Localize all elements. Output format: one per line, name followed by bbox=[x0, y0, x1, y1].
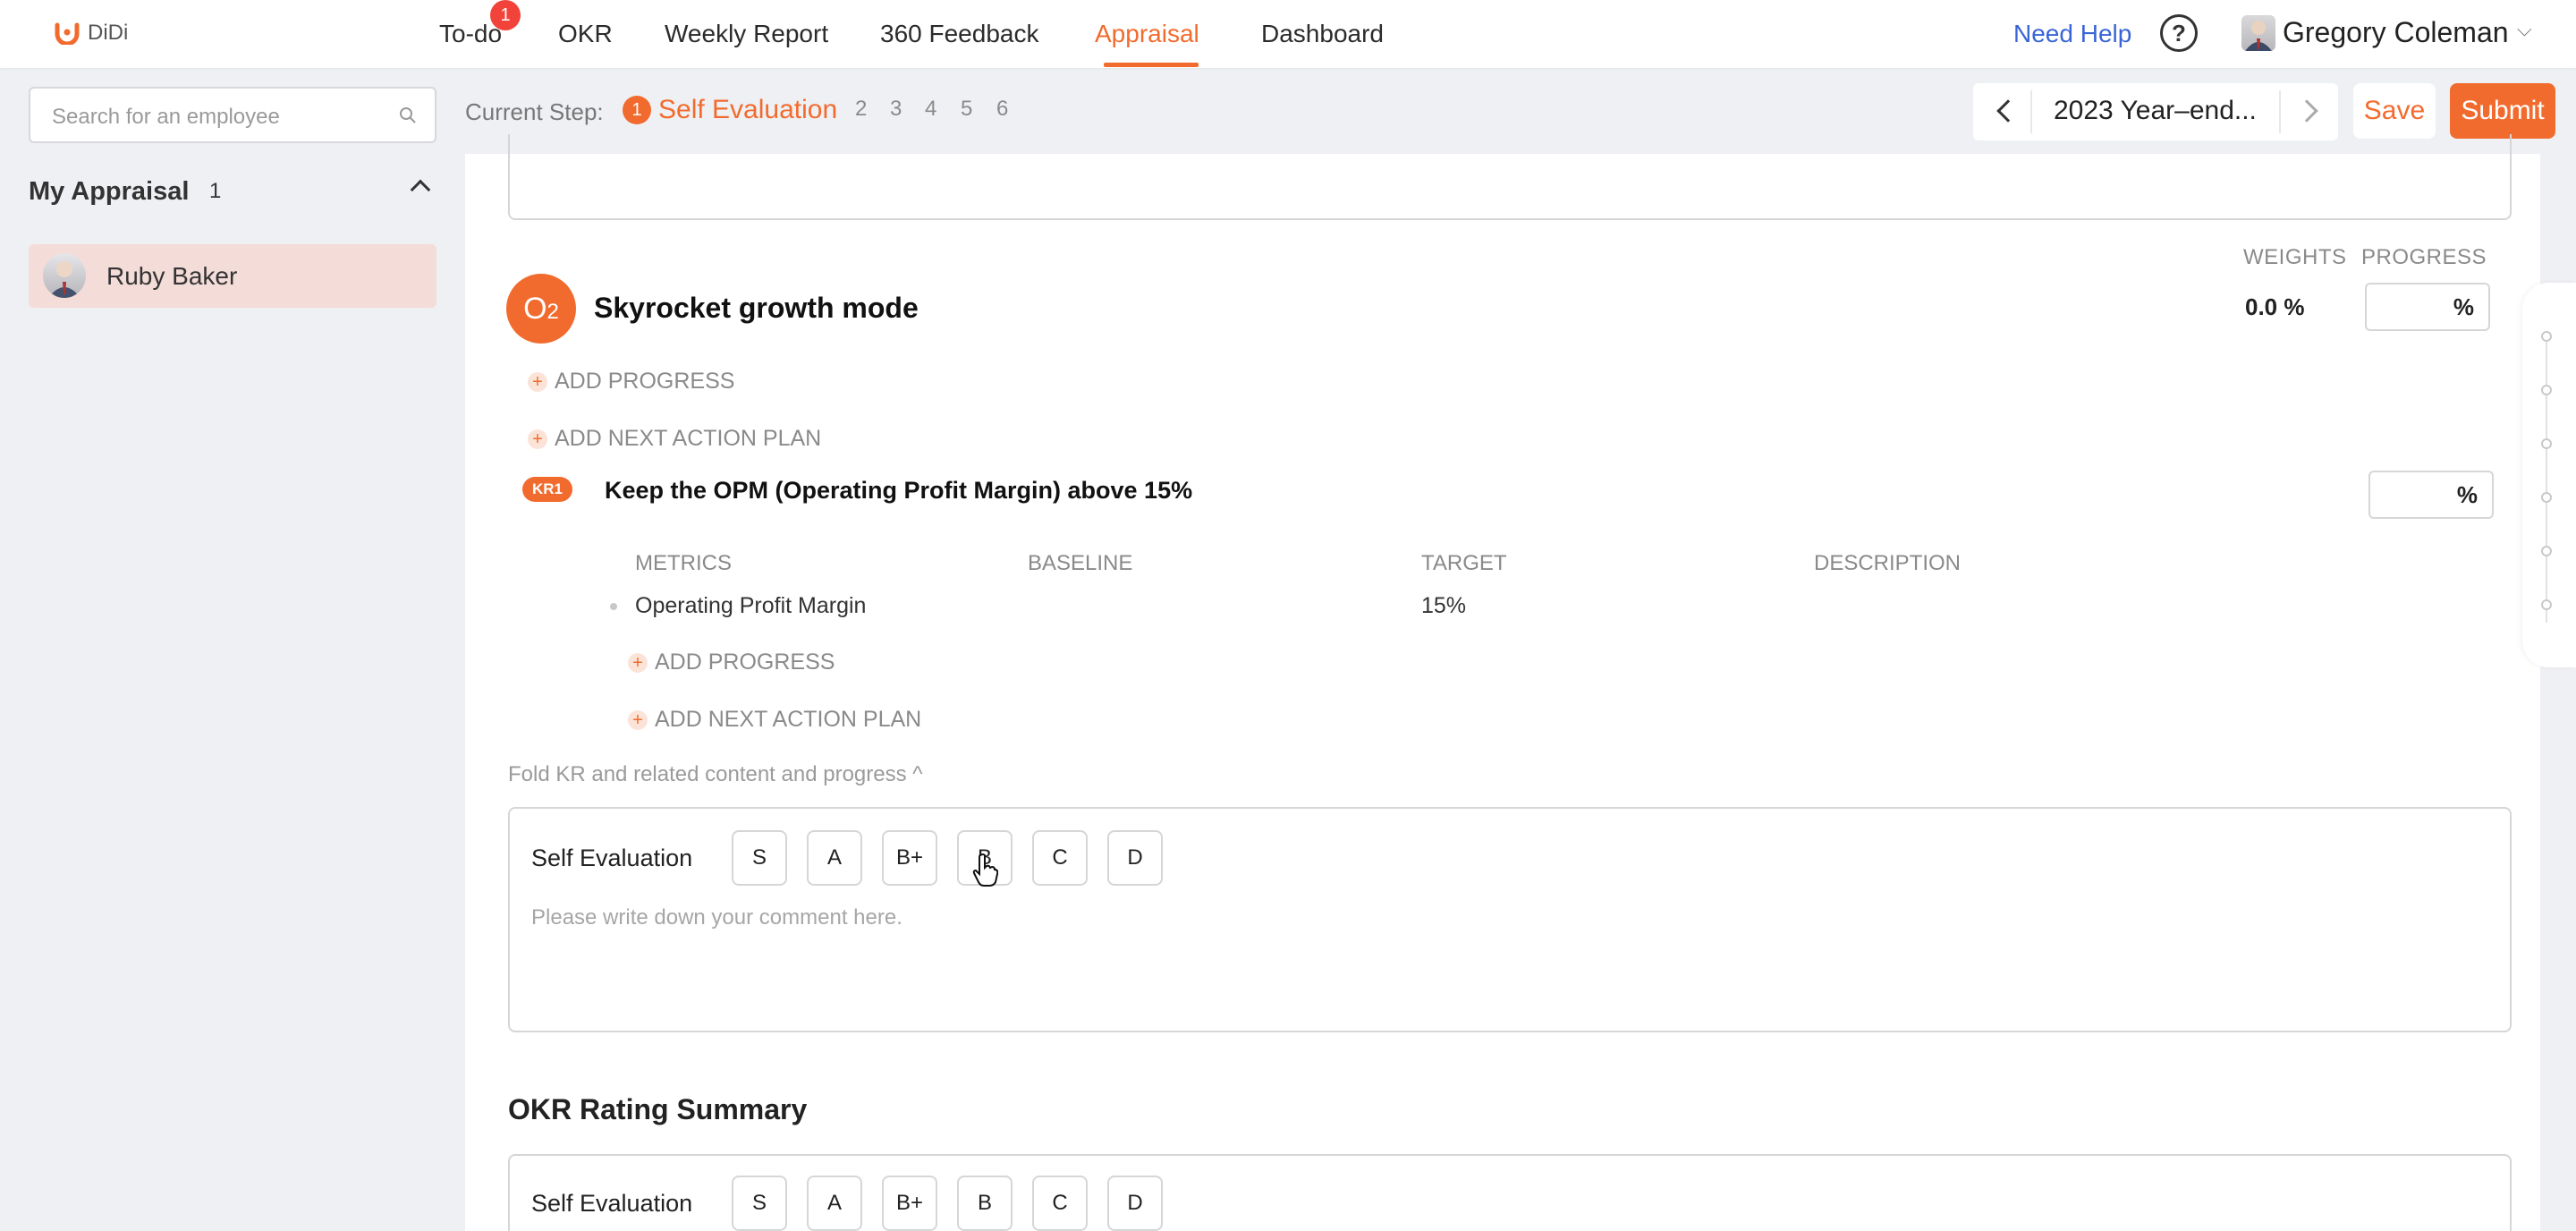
fold-kr-toggle[interactable]: Fold KR and related content and progress… bbox=[508, 762, 923, 787]
logo-text: DiDi bbox=[88, 21, 129, 45]
next-period-arrow-icon[interactable] bbox=[2295, 99, 2318, 123]
save-button[interactable]: Save bbox=[2353, 83, 2436, 139]
help-question-icon[interactable]: ? bbox=[2160, 14, 2198, 52]
my-appraisal-title[interactable]: My Appraisal bbox=[29, 177, 189, 207]
add-next-label: ADD NEXT ACTION PLAN bbox=[555, 426, 822, 451]
bullet-dot bbox=[610, 603, 617, 610]
step-3[interactable]: 3 bbox=[890, 97, 902, 122]
grade-s-button[interactable]: S bbox=[732, 830, 787, 886]
need-help-link[interactable]: Need Help bbox=[2013, 18, 2131, 50]
search-icon[interactable] bbox=[399, 106, 417, 124]
prev-period-arrow-icon[interactable] bbox=[1996, 99, 2020, 123]
plus-icon: + bbox=[628, 709, 648, 730]
nav-dashboard[interactable]: Dashboard bbox=[1261, 18, 1384, 50]
rail-dot[interactable] bbox=[2541, 438, 2552, 449]
objective-badge-number: 2 bbox=[547, 300, 559, 324]
summary-self-evaluation-label: Self Evaluation bbox=[531, 1190, 693, 1217]
kr-title: Keep the OPM (Operating Profit Margin) a… bbox=[605, 477, 1193, 504]
period-selector: 2023 Year–end... bbox=[1973, 83, 2338, 140]
hand-pointer-cursor-icon bbox=[972, 853, 998, 887]
objective-weight: 0.0 % bbox=[2245, 293, 2305, 320]
step-2[interactable]: 2 bbox=[855, 97, 867, 122]
nav-appraisal[interactable]: Appraisal bbox=[1095, 18, 1199, 50]
weights-header: WEIGHTS bbox=[2243, 245, 2347, 269]
grade-d-button[interactable]: D bbox=[1107, 830, 1163, 886]
metric-cell: Operating Profit Margin bbox=[635, 593, 867, 618]
todo-count-badge: 1 bbox=[490, 0, 521, 30]
summary-grade-b-button[interactable]: B bbox=[957, 1176, 1013, 1231]
summary-grade-c-button[interactable]: C bbox=[1032, 1176, 1088, 1231]
plus-icon: + bbox=[528, 371, 547, 392]
employee-item-ruby-baker[interactable]: Ruby Baker bbox=[29, 244, 436, 308]
rail-dot[interactable] bbox=[2541, 492, 2552, 503]
step-5[interactable]: 5 bbox=[961, 97, 972, 122]
objective-add-next-action[interactable]: + ADD NEXT ACTION PLAN bbox=[528, 426, 821, 452]
rail-line bbox=[2546, 336, 2547, 623]
summary-grade-s-button[interactable]: S bbox=[732, 1176, 787, 1231]
kr-progress-input[interactable]: % bbox=[2368, 471, 2494, 519]
plus-icon: + bbox=[528, 429, 547, 449]
nav-okr[interactable]: OKR bbox=[558, 18, 613, 50]
kr-add-progress[interactable]: + ADD PROGRESS bbox=[628, 649, 835, 675]
step-6[interactable]: 6 bbox=[996, 97, 1008, 122]
summary-grade-d-button[interactable]: D bbox=[1107, 1176, 1163, 1231]
add-next-label: ADD NEXT ACTION PLAN bbox=[655, 707, 922, 732]
description-header: DESCRIPTION bbox=[1814, 551, 1962, 575]
add-progress-label: ADD PROGRESS bbox=[555, 369, 735, 394]
nav-weekly-report[interactable]: Weekly Report bbox=[665, 18, 828, 50]
rail-dot[interactable] bbox=[2541, 331, 2552, 342]
okr-rating-summary-title: OKR Rating Summary bbox=[508, 1093, 808, 1125]
user-menu-chevron-icon[interactable]: ⌵ bbox=[2517, 18, 2532, 41]
grade-a-button[interactable]: A bbox=[807, 830, 862, 886]
step-1-name[interactable]: Self Evaluation bbox=[658, 95, 837, 125]
plus-icon: + bbox=[628, 652, 648, 673]
add-progress-label: ADD PROGRESS bbox=[655, 649, 835, 675]
user-name[interactable]: Gregory Coleman bbox=[2283, 14, 2509, 50]
self-evaluation-comment-input[interactable]: Please write down your comment here. bbox=[531, 905, 902, 930]
objective-add-progress[interactable]: + ADD PROGRESS bbox=[528, 369, 734, 395]
nav-360-feedback[interactable]: 360 Feedback bbox=[880, 18, 1038, 50]
grade-b-plus-button[interactable]: B+ bbox=[882, 830, 937, 886]
rail-dot[interactable] bbox=[2541, 385, 2552, 395]
submit-button[interactable]: Submit bbox=[2450, 83, 2555, 139]
employee-search-input[interactable]: Search for an employee bbox=[29, 87, 436, 143]
objective-badge-letter: O bbox=[523, 292, 547, 326]
divider bbox=[2030, 90, 2032, 133]
section-navigation-rail bbox=[2522, 283, 2576, 667]
my-appraisal-count: 1 bbox=[209, 179, 222, 203]
period-text[interactable]: 2023 Year–end... bbox=[2054, 96, 2257, 126]
objective-progress-input[interactable]: % bbox=[2365, 283, 2490, 331]
objective-title: Skyrocket growth mode bbox=[594, 292, 919, 324]
self-evaluation-label: Self Evaluation bbox=[531, 845, 693, 871]
previous-evaluation-box bbox=[508, 134, 2512, 220]
step-4[interactable]: 4 bbox=[925, 97, 936, 122]
employee-avatar bbox=[43, 253, 86, 298]
current-step-label: Current Step: bbox=[465, 98, 604, 125]
collapse-chevron-up-icon[interactable] bbox=[410, 179, 431, 200]
metrics-header: METRICS bbox=[635, 551, 732, 575]
active-nav-indicator bbox=[1104, 63, 1199, 67]
target-cell: 15% bbox=[1421, 593, 1467, 618]
objective-badge: O2 bbox=[506, 274, 576, 344]
kr-add-next-action[interactable]: + ADD NEXT ACTION PLAN bbox=[628, 707, 921, 733]
rail-dot[interactable] bbox=[2541, 599, 2552, 610]
summary-grade-b-plus-button[interactable]: B+ bbox=[882, 1176, 937, 1231]
kr-badge: KR1 bbox=[522, 477, 572, 502]
user-avatar[interactable] bbox=[2241, 15, 2275, 51]
summary-grade-a-button[interactable]: A bbox=[807, 1176, 862, 1231]
divider bbox=[2279, 90, 2281, 133]
search-placeholder: Search for an employee bbox=[52, 105, 280, 129]
grade-c-button[interactable]: C bbox=[1032, 830, 1088, 886]
rail-dot[interactable] bbox=[2541, 546, 2552, 556]
baseline-header: BASELINE bbox=[1028, 551, 1133, 575]
didi-logo-icon bbox=[54, 21, 80, 47]
employee-name: Ruby Baker bbox=[106, 262, 238, 290]
target-header: TARGET bbox=[1421, 551, 1507, 575]
progress-header: PROGRESS bbox=[2361, 245, 2487, 269]
step-1-badge[interactable]: 1 bbox=[623, 96, 651, 124]
app-logo[interactable]: DiDi bbox=[54, 18, 128, 48]
